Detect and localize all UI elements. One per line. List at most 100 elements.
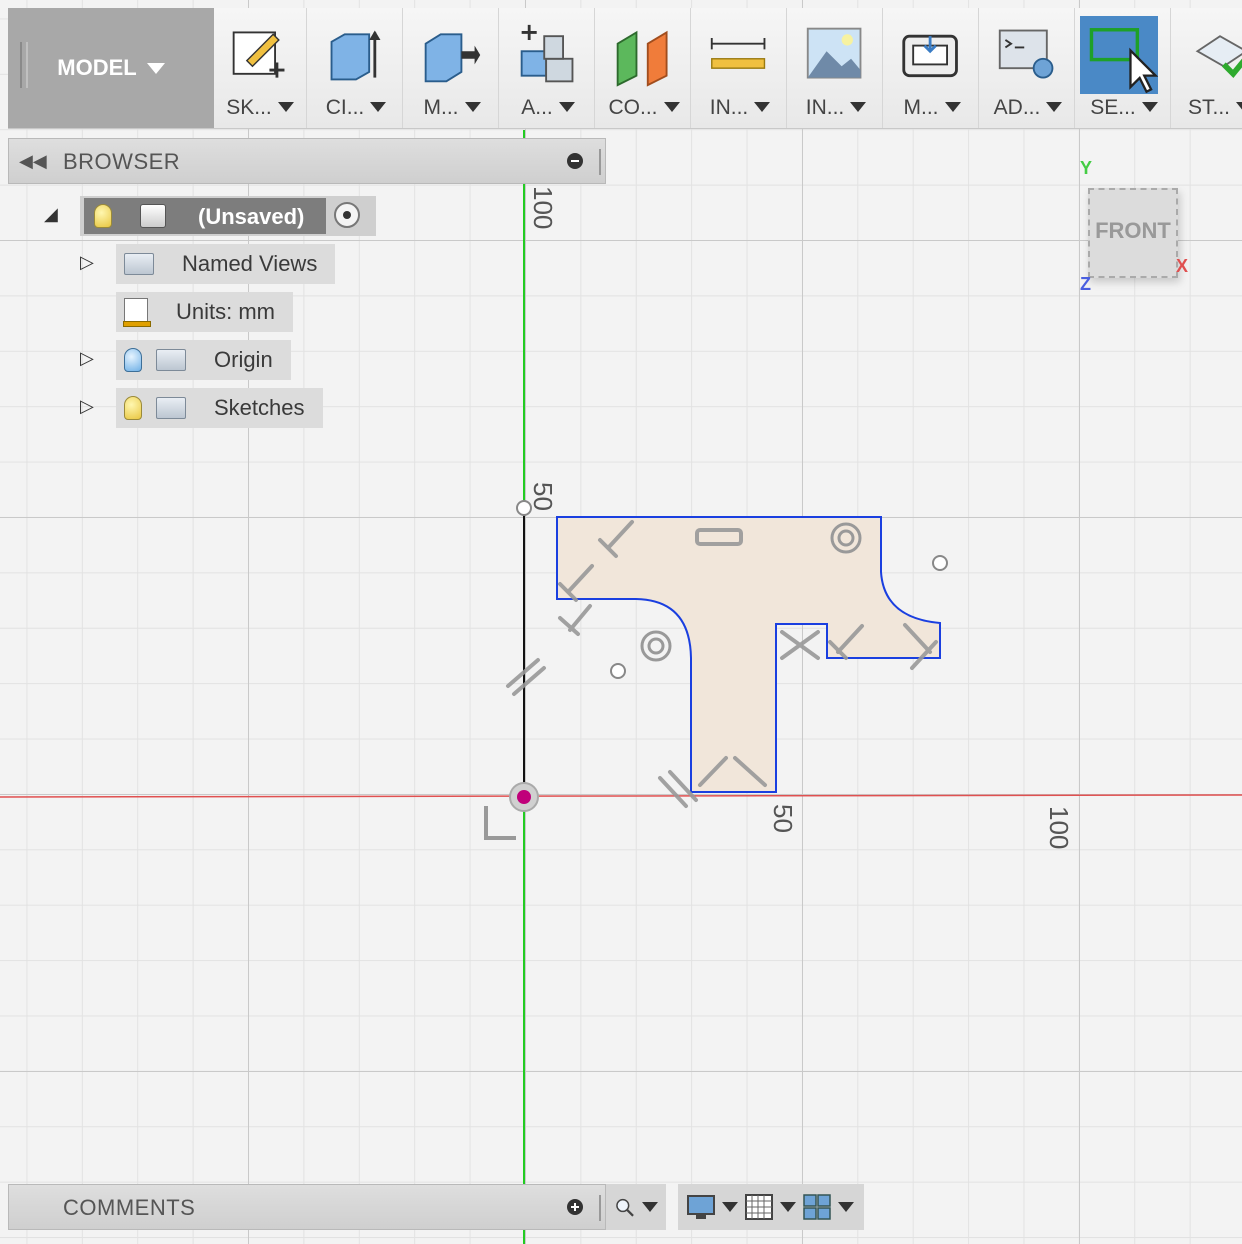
add-comment-icon[interactable] bbox=[567, 1199, 583, 1215]
chevron-down-icon[interactable] bbox=[754, 102, 771, 112]
expand-triangle-icon[interactable]: ▷ bbox=[80, 348, 94, 369]
chevron-down-icon[interactable] bbox=[944, 102, 961, 112]
chevron-down-icon[interactable] bbox=[850, 102, 867, 112]
chevron-down-icon[interactable] bbox=[1141, 102, 1158, 112]
tangent-constraint-icon bbox=[640, 630, 672, 662]
sketch-icon[interactable] bbox=[228, 22, 292, 88]
viewcube-axis-x: X bbox=[1176, 256, 1189, 276]
visibility-bulb-icon[interactable] bbox=[94, 204, 112, 228]
viewcube-axis-z: Z bbox=[1080, 274, 1091, 294]
ruler-label-horizontal-100: 100 bbox=[1044, 806, 1074, 849]
visibility-bulb-icon[interactable] bbox=[124, 348, 142, 372]
toolbar-group-label-text: ST... bbox=[1187, 96, 1230, 119]
component-icon bbox=[140, 204, 166, 228]
browser-item-sketches[interactable]: Sketches bbox=[116, 388, 323, 428]
toolbar-group-label[interactable]: CI... bbox=[310, 96, 402, 120]
toolbar-group-construct[interactable]: CO... bbox=[598, 8, 691, 128]
toolbar-group-label[interactable]: AD... bbox=[982, 96, 1074, 120]
toolbar-group-sketch[interactable]: SK... bbox=[214, 8, 307, 128]
grid-settings-icon[interactable] bbox=[744, 1193, 774, 1221]
toolbar-group-label-text: M... bbox=[903, 96, 939, 119]
toolbar-group-create[interactable]: CI... bbox=[310, 8, 403, 128]
toolbar-group-stop-sketch[interactable]: ST... bbox=[1174, 8, 1242, 128]
toolbar-group-assemble[interactable]: A... bbox=[502, 8, 595, 128]
zoom-nav-group bbox=[606, 1184, 666, 1230]
modify-icon[interactable] bbox=[420, 22, 484, 88]
toolbar-group-make[interactable]: M... bbox=[886, 8, 979, 128]
chevron-down-icon[interactable] bbox=[277, 102, 294, 112]
toolbar-group-label[interactable]: SK... bbox=[214, 96, 306, 120]
make-icon[interactable] bbox=[900, 22, 964, 88]
ruler-label-vertical-100: 100 bbox=[528, 186, 558, 229]
chevron-down-icon[interactable] bbox=[780, 1202, 796, 1212]
chevron-down-icon[interactable] bbox=[1236, 102, 1242, 112]
insert-icon[interactable] bbox=[804, 22, 868, 88]
chevron-down-icon[interactable] bbox=[642, 1202, 658, 1212]
toolbar-group-label[interactable]: M... bbox=[406, 96, 498, 120]
toolbar-group-select[interactable]: SE... bbox=[1078, 8, 1171, 128]
browser-item-named-views[interactable]: Named Views bbox=[116, 244, 336, 284]
toolbar-group-label[interactable]: CO... bbox=[598, 96, 690, 120]
chevron-down-icon[interactable] bbox=[722, 1202, 738, 1212]
expand-triangle-icon[interactable]: ▷ bbox=[80, 396, 94, 417]
chevron-down-icon[interactable] bbox=[558, 102, 575, 112]
canvas-viewport[interactable]: 100 50 50 100 bbox=[0, 0, 1242, 1244]
stop-sketch-icon[interactable] bbox=[1188, 22, 1242, 88]
comments-panel: COMMENTS bbox=[8, 1184, 606, 1230]
ruler-label-horizontal-50: 50 bbox=[768, 804, 798, 833]
visibility-bulb-icon[interactable] bbox=[124, 396, 142, 420]
fix-constraint-icon bbox=[780, 630, 820, 660]
chevron-down-icon[interactable] bbox=[464, 102, 481, 112]
minimize-panel-icon[interactable] bbox=[567, 153, 583, 169]
browser-root-node[interactable]: (Unsaved) bbox=[80, 196, 376, 236]
viewcube-axis-y: Y bbox=[1080, 158, 1093, 178]
toolbar-group-label[interactable]: IN... bbox=[790, 96, 882, 120]
origin-triad-icon bbox=[484, 806, 516, 840]
panel-divider bbox=[599, 1195, 601, 1221]
addins-icon[interactable] bbox=[996, 22, 1060, 88]
folder-icon bbox=[156, 397, 186, 419]
browser-item-node[interactable]: Sketches bbox=[116, 388, 323, 428]
assemble-icon[interactable] bbox=[516, 22, 580, 88]
create-icon[interactable] bbox=[324, 22, 388, 88]
expand-triangle-icon[interactable]: ▷ bbox=[80, 252, 94, 273]
units-document-icon bbox=[123, 298, 151, 327]
viewcube[interactable]: FRONT bbox=[1088, 188, 1178, 278]
activate-radio-button[interactable] bbox=[334, 202, 360, 228]
workspace-switcher-button[interactable]: MODEL bbox=[8, 8, 214, 128]
zoom-icon[interactable] bbox=[614, 1193, 636, 1221]
toolbar-group-label[interactable]: SE... bbox=[1078, 96, 1170, 120]
chevron-down-icon[interactable] bbox=[370, 102, 387, 112]
browser-item-node[interactable]: Origin bbox=[116, 340, 291, 380]
inspect-icon[interactable] bbox=[708, 22, 772, 88]
sketch-point bbox=[932, 555, 948, 571]
chevron-down-icon[interactable] bbox=[838, 1202, 854, 1212]
display-settings-icon[interactable] bbox=[686, 1193, 716, 1221]
chevron-down-icon[interactable] bbox=[1046, 102, 1063, 112]
viewports-icon[interactable] bbox=[802, 1193, 832, 1221]
toolbar-group-label[interactable]: A... bbox=[502, 96, 594, 120]
browser-title: BROWSER bbox=[63, 149, 181, 174]
toolbar-group-label[interactable]: ST... bbox=[1174, 96, 1242, 120]
viewcube-face-label[interactable]: FRONT bbox=[1090, 218, 1176, 244]
x-axis-line bbox=[0, 794, 1242, 798]
construct-icon[interactable] bbox=[612, 22, 676, 88]
toolbar-group-label[interactable]: M... bbox=[886, 96, 978, 120]
toolbar-group-modify[interactable]: M... bbox=[406, 8, 499, 128]
toolbar-group-addins[interactable]: AD... bbox=[982, 8, 1075, 128]
browser-panel-header: ◀◀ BROWSER bbox=[8, 138, 606, 184]
toolbar-group-label[interactable]: IN... bbox=[694, 96, 786, 120]
toolbar-group-label-text: M... bbox=[423, 96, 459, 119]
chevron-down-icon[interactable] bbox=[663, 102, 680, 112]
toolbar-group-inspect[interactable]: IN... bbox=[694, 8, 787, 128]
sketch-canvas[interactable]: 100 50 50 100 bbox=[0, 0, 1242, 1244]
select-icon[interactable] bbox=[1080, 16, 1158, 94]
browser-item-units-mm[interactable]: Units: mm bbox=[116, 292, 293, 332]
browser-item-node[interactable]: Units: mm bbox=[116, 292, 293, 332]
collapse-panel-icon[interactable]: ◀◀ bbox=[19, 151, 47, 172]
collapse-triangle-icon[interactable]: ◢ bbox=[44, 204, 58, 225]
toolbar-group-insert[interactable]: IN... bbox=[790, 8, 883, 128]
browser-item-node[interactable]: Named Views bbox=[116, 244, 336, 284]
browser-item-origin[interactable]: Origin bbox=[116, 340, 291, 380]
toolbar-grip[interactable] bbox=[20, 42, 28, 88]
